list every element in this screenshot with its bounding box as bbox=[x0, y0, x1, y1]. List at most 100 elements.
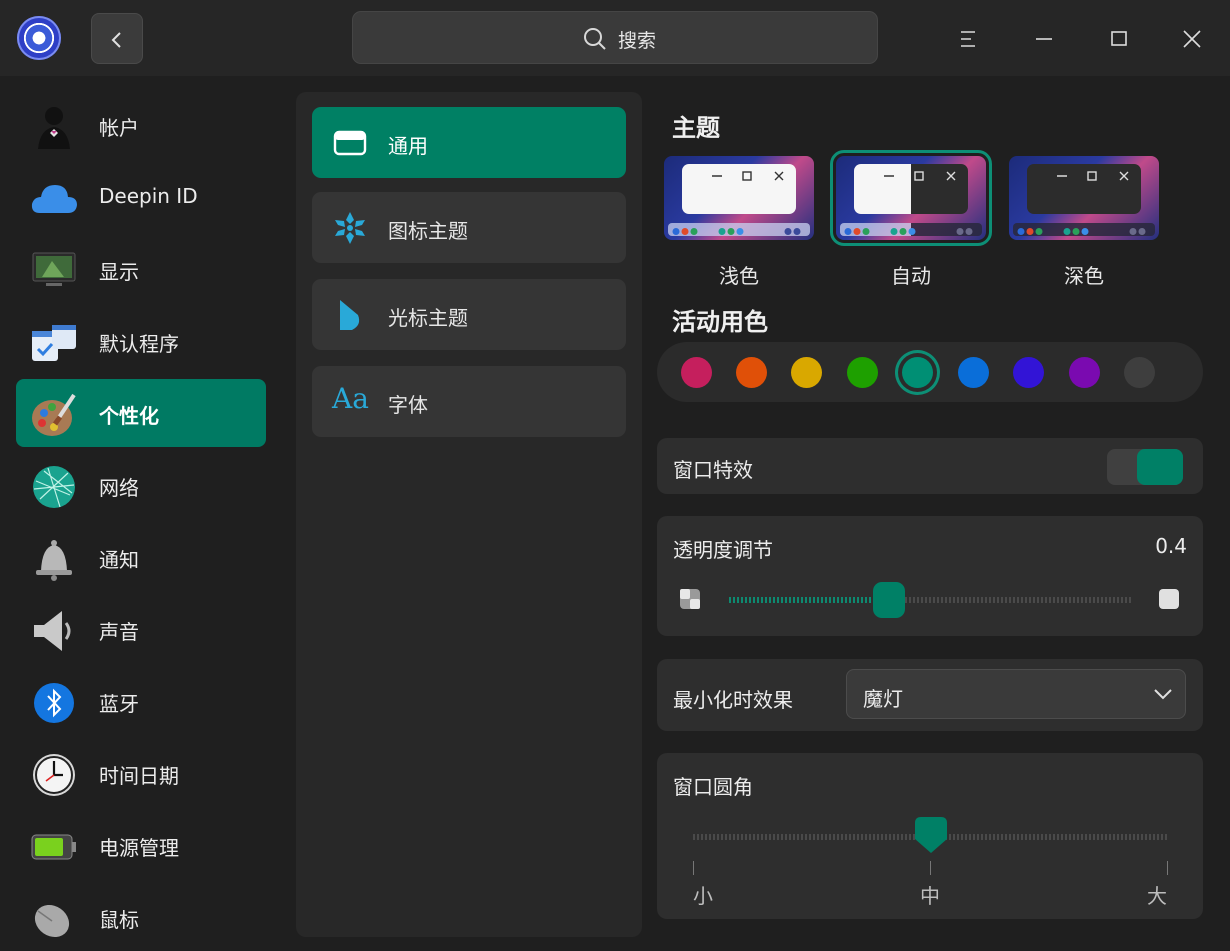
subnav-item-general[interactable]: 通用 bbox=[312, 107, 626, 178]
palette-icon bbox=[32, 393, 76, 436]
theme-preview-window bbox=[1027, 164, 1141, 214]
theme-card-dark[interactable] bbox=[1009, 156, 1159, 240]
network-globe-icon bbox=[33, 466, 75, 508]
subnav-item-font[interactable]: Aa 字体 bbox=[312, 366, 626, 437]
accent-section-title: 活动用色 bbox=[672, 308, 768, 336]
corner-label-large: 大 bbox=[1147, 884, 1167, 908]
window-effects-card: 窗口特效 bbox=[657, 438, 1203, 494]
preview-window-controls bbox=[1057, 171, 1129, 181]
clock-icon bbox=[33, 754, 75, 796]
corner-tick-small bbox=[693, 861, 694, 875]
accent-swatch-purple[interactable] bbox=[1069, 357, 1100, 388]
font-icon: Aa bbox=[332, 382, 369, 415]
high-opacity-icon bbox=[1159, 589, 1179, 609]
sidebar-item-display[interactable]: 显示 bbox=[16, 235, 266, 303]
sidebar-item-datetime[interactable]: 时间日期 bbox=[16, 739, 266, 807]
theme-label-dark: 深色 bbox=[1064, 264, 1104, 288]
theme-card-auto[interactable] bbox=[830, 150, 992, 246]
subnav-item-cursor-theme[interactable]: 光标主题 bbox=[312, 279, 626, 350]
chevron-down-icon bbox=[1154, 689, 1172, 700]
corner-tick-large bbox=[1167, 861, 1168, 875]
theme-preview-window bbox=[682, 164, 796, 214]
corner-slider-handle[interactable] bbox=[915, 817, 947, 855]
close-icon bbox=[1183, 30, 1201, 48]
minimize-button[interactable] bbox=[1029, 24, 1059, 54]
sidebar: 帐户 Deepin ID 显示 默认程序 个性化 网络 通知 声音 蓝牙 时间日… bbox=[0, 76, 282, 951]
accent-swatch-blue[interactable] bbox=[958, 357, 989, 388]
back-button[interactable] bbox=[91, 13, 143, 64]
snowflake-icon bbox=[335, 212, 365, 244]
theme-section-title: 主题 bbox=[672, 114, 720, 142]
menu-button[interactable] bbox=[953, 24, 983, 54]
theme-preview-dock bbox=[840, 223, 982, 236]
sidebar-item-deepin-id[interactable]: Deepin ID bbox=[16, 163, 266, 231]
maximize-button[interactable] bbox=[1104, 24, 1134, 54]
transparency-slider-fill bbox=[729, 597, 889, 603]
sidebar-item-default-apps[interactable]: 默认程序 bbox=[16, 307, 266, 375]
minimize-effect-label: 最小化时效果 bbox=[673, 688, 793, 712]
minimize-icon bbox=[1036, 38, 1052, 40]
window-corner-card: 窗口圆角 小 中 大 bbox=[657, 753, 1203, 919]
search-placeholder: 搜索 bbox=[618, 30, 657, 52]
accent-swatch-indigo[interactable] bbox=[1013, 357, 1044, 388]
theme-label-auto: 自动 bbox=[891, 264, 931, 288]
accent-swatch-green[interactable] bbox=[847, 357, 878, 388]
sidebar-item-mouse[interactable]: 鼠标 bbox=[16, 883, 266, 951]
corner-label-medium: 中 bbox=[920, 884, 940, 908]
window-effects-label: 窗口特效 bbox=[673, 458, 753, 482]
cursor-icon bbox=[340, 300, 360, 330]
accent-swatch-orange[interactable] bbox=[736, 357, 767, 388]
chevron-left-icon bbox=[111, 32, 121, 48]
accent-color-picker bbox=[657, 342, 1203, 402]
sidebar-item-notification[interactable]: 通知 bbox=[16, 523, 266, 591]
corner-label-small: 小 bbox=[693, 884, 713, 908]
theme-card-light[interactable] bbox=[664, 156, 814, 240]
theme-preview-dock bbox=[1013, 223, 1155, 236]
minimize-effect-card: 最小化时效果 魔灯 bbox=[657, 659, 1203, 731]
maximize-icon bbox=[1111, 31, 1127, 46]
sidebar-item-power[interactable]: 电源管理 bbox=[16, 811, 266, 879]
cloud-icon bbox=[31, 185, 77, 213]
menu-icon bbox=[961, 31, 975, 47]
sidebar-item-bluetooth[interactable]: 蓝牙 bbox=[16, 667, 266, 735]
window-effects-toggle[interactable] bbox=[1107, 449, 1183, 485]
low-opacity-icon bbox=[680, 589, 700, 609]
transparency-label: 透明度调节 bbox=[673, 538, 773, 562]
sidebar-item-personalization[interactable]: 个性化 bbox=[16, 379, 266, 447]
control-center-logo-icon bbox=[17, 16, 61, 60]
close-button[interactable] bbox=[1177, 24, 1207, 54]
monitor-icon bbox=[32, 252, 76, 286]
window-corner-label: 窗口圆角 bbox=[673, 775, 753, 799]
theme-preview-window bbox=[854, 164, 968, 214]
content-panel: 主题 浅色 自动 深色 活动用色 窗口特效 透明度调节 0.4 最小化时效果 魔… bbox=[645, 92, 1217, 937]
corner-tick-medium bbox=[930, 861, 931, 875]
search-icon bbox=[584, 28, 606, 50]
accent-swatch-yellow[interactable] bbox=[791, 357, 822, 388]
theme-preview-dock bbox=[668, 223, 810, 236]
bell-icon bbox=[36, 540, 72, 581]
account-icon bbox=[38, 107, 70, 149]
default-apps-icon bbox=[32, 325, 76, 361]
transparency-card: 透明度调节 0.4 bbox=[657, 516, 1203, 636]
title-bar: 搜索 bbox=[0, 0, 1230, 76]
preview-window-controls bbox=[884, 171, 956, 181]
transparency-slider-handle[interactable] bbox=[873, 582, 905, 618]
minimize-effect-value: 魔灯 bbox=[863, 687, 903, 711]
search-input[interactable]: 搜索 bbox=[352, 11, 878, 64]
accent-swatch-gray[interactable] bbox=[1124, 357, 1155, 388]
window-icon bbox=[333, 130, 367, 156]
subnav-panel: 通用 图标主题 光标主题 Aa 字体 bbox=[296, 92, 642, 937]
theme-label-light: 浅色 bbox=[719, 264, 759, 288]
sidebar-item-account[interactable]: 帐户 bbox=[16, 91, 266, 159]
minimize-effect-select[interactable]: 魔灯 bbox=[846, 669, 1186, 719]
mouse-icon bbox=[34, 904, 70, 938]
bluetooth-icon bbox=[34, 683, 74, 723]
battery-icon bbox=[31, 834, 76, 860]
sidebar-item-sound[interactable]: 声音 bbox=[16, 595, 266, 663]
preview-window-controls bbox=[712, 171, 784, 181]
sidebar-item-network[interactable]: 网络 bbox=[16, 451, 266, 519]
subnav-item-icon-theme[interactable]: 图标主题 bbox=[312, 192, 626, 263]
transparency-value: 0.4 bbox=[1155, 534, 1187, 558]
accent-swatch-teal[interactable] bbox=[902, 357, 933, 388]
accent-swatch-pink[interactable] bbox=[681, 357, 712, 388]
